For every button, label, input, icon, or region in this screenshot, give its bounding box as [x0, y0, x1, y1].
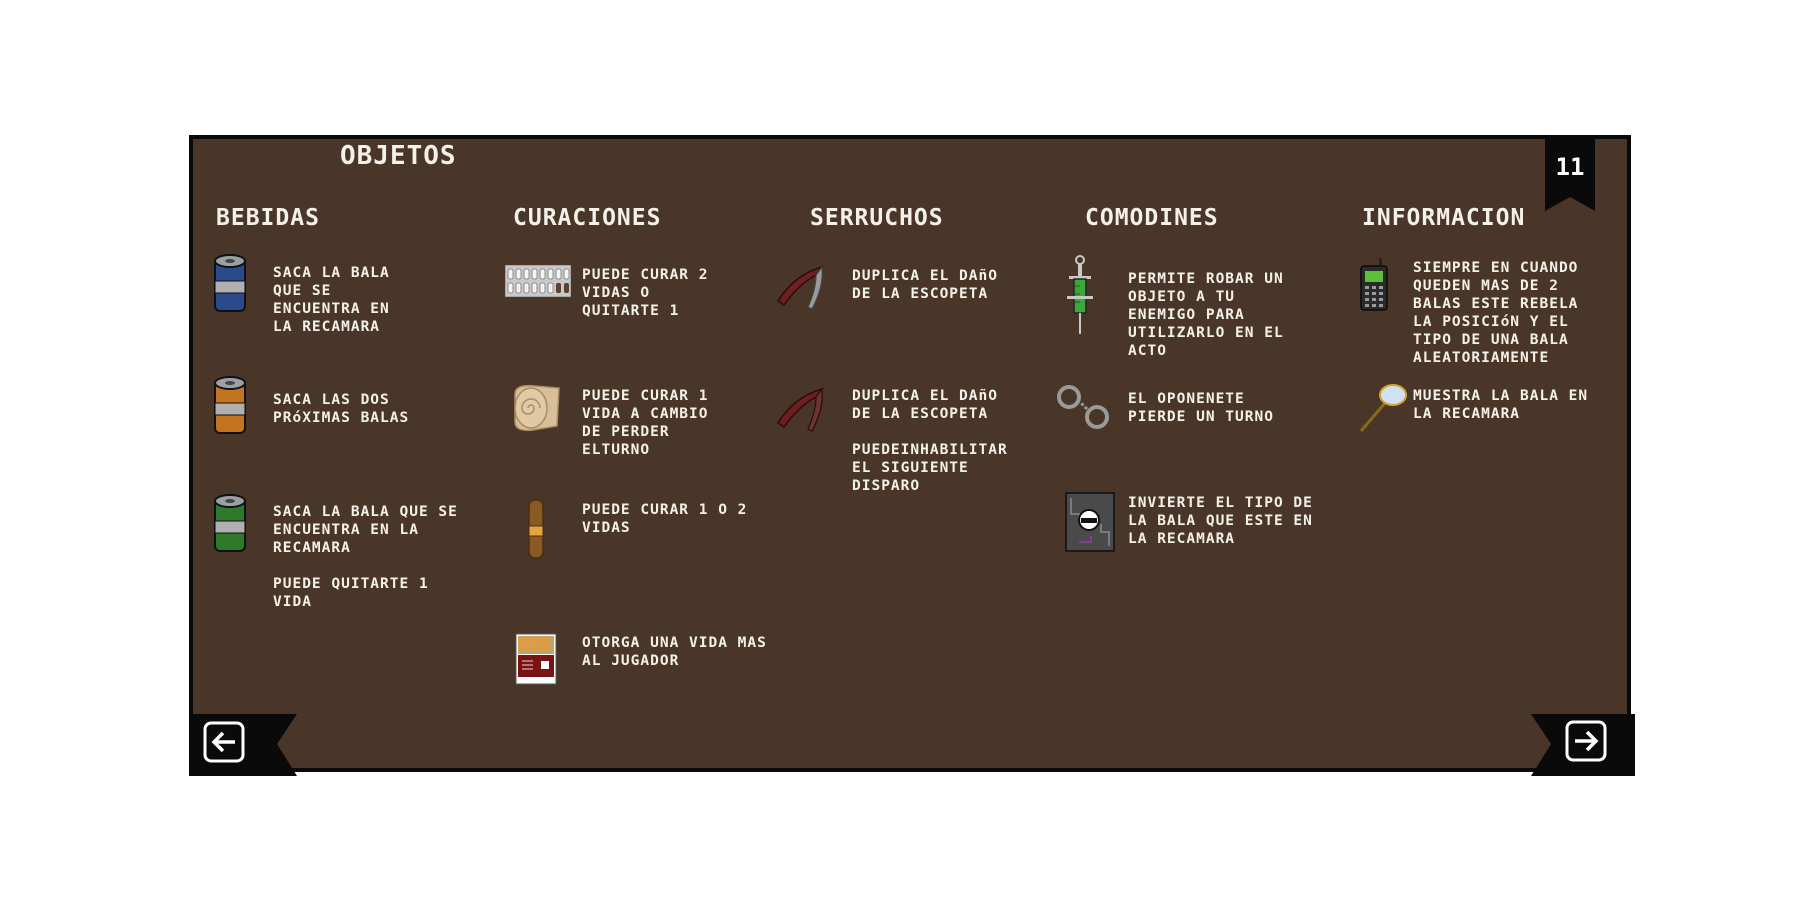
inverter-icon: [1065, 492, 1115, 552]
blue-can-icon: [214, 254, 246, 312]
item-handcuffs-text: EL OPONENETE PIERDE UN TURNO: [1128, 391, 1274, 425]
page-number: 11: [1555, 153, 1585, 181]
item-syringe-text: PERMITE ROBAR UN OBJETO A TU ENEMIGO PAR…: [1128, 271, 1284, 359]
bandage-roll-icon: [514, 384, 560, 432]
header-curaciones: CURACIONES: [513, 205, 662, 231]
item-green-can-text: SACA LA BALA QUE SE ENCUENTRA EN LA RECA…: [273, 504, 458, 610]
item-saw-dark-text: DUPLICA EL DAñO DE LA ESCOPETA PUEDEINHA…: [852, 388, 1008, 494]
page-title: OBJETOS: [340, 141, 457, 171]
objects-panel: OBJETOS 11 BEBIDAS CURACIONES SERRUCHOS …: [189, 135, 1635, 776]
item-inverter-text: INVIERTE EL TIPO DE LA BALA QUE ESTE EN …: [1128, 495, 1313, 547]
item-pills-text: PUEDE CURAR 2 VIDAS O QUITARTE 1: [582, 267, 709, 319]
arrow-left-icon[interactable]: [203, 721, 245, 763]
header-informacion: INFORMACION: [1362, 205, 1526, 231]
arrow-right-icon[interactable]: [1565, 720, 1607, 762]
header-serruchos: SERRUCHOS: [810, 205, 944, 231]
syringe-icon: [1067, 255, 1093, 334]
item-orange-can-text: SACA LAS DOS PRóXIMAS BALAS: [273, 392, 410, 426]
header-comodines: COMODINES: [1085, 205, 1219, 231]
green-can-icon: [214, 494, 246, 552]
handcuffs-icon: [1057, 385, 1109, 429]
phone-icon: [1360, 258, 1388, 311]
cigar-icon: [528, 499, 544, 559]
pill-blister-icon: [505, 265, 571, 297]
saw-dark-icon: [776, 387, 824, 432]
item-bandage-text: PUEDE CURAR 1 VIDA A CAMBIO DE PERDER EL…: [582, 388, 709, 458]
orange-can-icon: [214, 376, 246, 434]
item-magnifier-text: MUESTRA LA BALA EN LA RECAMARA: [1413, 388, 1589, 422]
item-phone-text: SIEMPRE EN CUANDO QUEDEN MAS DE 2 BALAS …: [1413, 260, 1579, 366]
saw-icon: [776, 265, 824, 310]
item-blue-can-text: SACA LA BALA QUE SE ENCUENTRA EN LA RECA…: [273, 265, 390, 335]
magnifying-glass-icon: [1359, 384, 1407, 432]
item-cigar-text: PUEDE CURAR 1 O 2 VIDAS: [582, 502, 748, 536]
item-saw-text: DUPLICA EL DAñO DE LA ESCOPETA: [852, 268, 998, 302]
item-cigarettes-text: OTORGA UNA VIDA MAS AL JUGADOR: [582, 635, 767, 669]
cigarette-pack-icon: [515, 633, 557, 685]
header-bebidas: BEBIDAS: [216, 205, 320, 231]
